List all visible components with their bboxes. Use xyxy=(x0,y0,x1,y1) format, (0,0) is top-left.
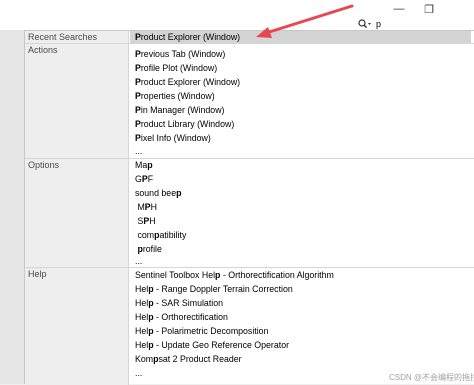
result-text: rofile Plot (Window) xyxy=(140,63,218,73)
result-item[interactable]: Sentinel Toolbox Help - Orthorectificati… xyxy=(135,269,334,282)
result-item[interactable]: Kompsat 2 Product Reader xyxy=(135,353,242,366)
result-text: Hel xyxy=(135,284,149,294)
quick-search-bar xyxy=(0,18,474,30)
result-text: roduct Library (Window) xyxy=(140,119,235,129)
section-actions: Actions Previous Tab (Window) Profile Pl… xyxy=(25,44,474,159)
result-text: com xyxy=(135,230,155,240)
result-item[interactable]: Product Explorer (Window) xyxy=(135,76,240,89)
section-recent-searches: Recent Searches Product Explorer (Window… xyxy=(25,31,474,44)
result-text: sat 2 Product Reader xyxy=(158,354,242,364)
result-text: Hel xyxy=(135,298,149,308)
more-results[interactable]: ... xyxy=(135,255,142,268)
result-item[interactable]: Help - SAR Simulation xyxy=(135,297,223,310)
result-text: in Manager (Window) xyxy=(140,105,225,115)
match-highlight: p xyxy=(147,160,153,170)
section-label: Help xyxy=(25,268,129,385)
result-item[interactable]: MPH xyxy=(135,201,157,214)
result-text: roduct Explorer (Window) xyxy=(140,32,241,42)
result-text: Sentinel Toolbox Hel xyxy=(135,270,216,280)
result-item[interactable]: Help - Update Geo Reference Operator xyxy=(135,339,289,352)
result-item[interactable]: Product Library (Window) xyxy=(135,118,234,131)
result-text: Hel xyxy=(135,340,149,350)
result-item[interactable]: GPF xyxy=(135,173,153,186)
more-results[interactable]: ... xyxy=(135,145,142,158)
search-input[interactable] xyxy=(376,18,466,30)
section-label: Actions xyxy=(25,44,129,158)
result-text: ... xyxy=(135,256,143,266)
search-results-popup: Recent Searches Product Explorer (Window… xyxy=(24,30,474,385)
result-item[interactable]: Help - Orthorectification xyxy=(135,311,228,324)
result-text: - Orthorectification Algorithm xyxy=(220,270,334,280)
section-label: Recent Searches xyxy=(25,31,129,43)
result-text: - SAR Simulation xyxy=(153,298,223,308)
result-text: ... xyxy=(135,368,143,378)
result-text: roperties (Window) xyxy=(140,91,215,101)
result-item[interactable]: Properties (Window) xyxy=(135,90,215,103)
result-item[interactable]: sound beep xyxy=(135,187,181,200)
result-item[interactable]: Help - Range Doppler Terrain Correction xyxy=(135,283,293,296)
section-label: Options xyxy=(25,159,129,267)
result-text: - Range Doppler Terrain Correction xyxy=(153,284,293,294)
match-highlight: p xyxy=(176,188,182,198)
result-text: - Update Geo Reference Operator xyxy=(153,340,290,350)
watermark: CSDN @不会编程的拖拉机 xyxy=(389,373,474,382)
result-text: atibility xyxy=(159,230,187,240)
title-bar: — ❐ xyxy=(0,0,474,18)
result-item[interactable]: Pixel Info (Window) xyxy=(135,132,211,145)
result-text: - Orthorectification xyxy=(153,312,228,322)
result-text: sound bee xyxy=(135,188,177,198)
result-text: Ma xyxy=(135,160,148,170)
search-icon[interactable] xyxy=(358,18,374,30)
section-help: Help Sentinel Toolbox Help - Orthorectif… xyxy=(25,268,474,385)
result-item[interactable]: Help - Polarimetric Decomposition xyxy=(135,325,268,338)
result-item[interactable]: Profile Plot (Window) xyxy=(135,62,217,75)
section-options: Options Map GPF sound beep MPH SPH compa… xyxy=(25,159,474,268)
result-item[interactable]: compatibility xyxy=(135,229,186,242)
result-text: rofile xyxy=(142,244,162,254)
result-item[interactable]: Previous Tab (Window) xyxy=(135,48,225,61)
result-text: F xyxy=(147,174,154,184)
result-item[interactable]: Map xyxy=(135,159,153,172)
main-window-background xyxy=(0,30,24,384)
result-item[interactable]: SPH xyxy=(135,215,156,228)
result-text: Kom xyxy=(135,354,154,364)
result-text: H xyxy=(150,202,158,212)
result-text: ixel Info (Window) xyxy=(140,133,211,143)
result-text: M xyxy=(135,202,145,212)
more-results[interactable]: ... xyxy=(135,367,142,380)
result-text: roduct Explorer (Window) xyxy=(140,77,241,87)
result-text: Hel xyxy=(135,312,149,322)
result-text: - Polarimetric Decomposition xyxy=(153,326,269,336)
minimize-icon: — xyxy=(393,3,405,15)
result-item[interactable]: Product Explorer (Window) xyxy=(130,31,471,44)
minimize-button[interactable]: — xyxy=(384,0,414,18)
result-text: revious Tab (Window) xyxy=(140,49,226,59)
restore-button[interactable]: ❐ xyxy=(414,0,444,18)
result-text: Hel xyxy=(135,326,149,336)
quick-search xyxy=(358,18,474,30)
result-item[interactable]: Pin Manager (Window) xyxy=(135,104,224,117)
result-text: ... xyxy=(135,146,143,156)
result-text: G xyxy=(135,174,142,184)
result-text: H xyxy=(149,216,156,226)
restore-icon: ❐ xyxy=(424,3,434,16)
